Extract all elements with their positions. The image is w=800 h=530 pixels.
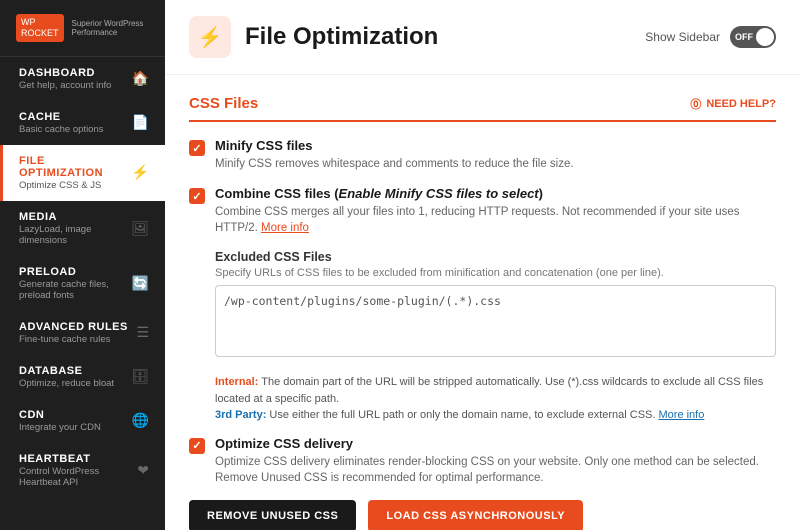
optimize-css-checkbox[interactable] — [189, 438, 205, 454]
sidebar-item-advanced-rules[interactable]: ADVANCED RULES Fine-tune cache rules ☰ — [0, 311, 165, 355]
sidebar: WP ROCKET Superior WordPress Performance… — [0, 0, 165, 530]
dashboard-icon: 🏠 — [132, 70, 149, 87]
optimize-css-option: Optimize CSS delivery Optimize CSS deliv… — [189, 436, 776, 486]
combine-css-label: Combine CSS files (Enable Minify CSS fil… — [215, 186, 776, 201]
heartbeat-icon: ❤ — [137, 462, 149, 479]
section-header: CSS Files ⓪ NEED HELP? — [189, 95, 776, 122]
combine-css-more-info[interactable]: More info — [261, 222, 309, 234]
3rdparty-more-info[interactable]: More info — [659, 409, 705, 421]
sidebar-item-preload[interactable]: PRELOAD Generate cache files, preload fo… — [0, 256, 165, 311]
info-text: Internal: The domain part of the URL wil… — [215, 374, 776, 424]
main-panel: ⚡ File Optimization Show Sidebar OFF CSS… — [165, 0, 800, 530]
optimize-css-desc: Optimize CSS delivery eliminates render-… — [215, 454, 776, 486]
toggle-off-label: OFF — [735, 32, 753, 42]
help-icon: ⓪ — [690, 96, 701, 112]
load-css-async-button[interactable]: LOAD CSS ASYNCHRONOUSLY — [368, 500, 583, 530]
logo-badge: WP ROCKET — [16, 14, 64, 42]
toggle-knob — [756, 28, 774, 46]
optimize-css-label: Optimize CSS delivery — [215, 436, 776, 451]
media-icon: 🖼 — [131, 220, 149, 237]
excluded-label: Excluded CSS Files — [215, 250, 776, 264]
minify-css-desc: Minify CSS removes whitespace and commen… — [215, 156, 574, 172]
sidebar-item-dashboard[interactable]: DASHBOARD Get help, account info 🏠 — [0, 57, 165, 101]
cdn-icon: 🌐 — [132, 412, 149, 429]
logo-tagline: Superior WordPress Performance — [72, 19, 149, 37]
page-title: File Optimization — [245, 23, 438, 51]
combine-css-option: Combine CSS files (Enable Minify CSS fil… — [189, 186, 776, 236]
section-title: CSS Files — [189, 95, 258, 112]
page-header: ⚡ File Optimization Show Sidebar OFF — [165, 0, 800, 75]
need-help-link[interactable]: ⓪ NEED HELP? — [690, 96, 776, 112]
sidebar-item-media[interactable]: MEDIA LazyLoad, image dimensions 🖼 — [0, 201, 165, 256]
sidebar-toggle-label: Show Sidebar — [645, 30, 720, 44]
header-icon: ⚡ — [189, 16, 231, 58]
file-optimization-icon: ⚡ — [132, 164, 149, 181]
cache-icon: 📄 — [132, 114, 149, 131]
action-buttons: REMOVE UNUSED CSS LOAD CSS ASYNCHRONOUSL… — [189, 500, 776, 530]
sidebar-item-file-optimization[interactable]: FILE OPTIMIZATION Optimize CSS & JS ⚡ — [0, 145, 165, 201]
database-icon: 🗄 — [131, 368, 149, 385]
excluded-css-section: Excluded CSS Files Specify URLs of CSS f… — [215, 250, 776, 362]
sidebar-item-database[interactable]: DATABASE Optimize, reduce bloat 🗄 — [0, 355, 165, 399]
excluded-sublabel: Specify URLs of CSS files to be excluded… — [215, 267, 776, 279]
combine-css-desc: Combine CSS merges all your files into 1… — [215, 204, 776, 236]
sidebar-item-cdn[interactable]: CDN Integrate your CDN 🌐 — [0, 399, 165, 443]
sidebar-nav: DASHBOARD Get help, account info 🏠 CACHE… — [0, 57, 165, 530]
content-area: CSS Files ⓪ NEED HELP? Minify CSS files … — [165, 75, 800, 530]
internal-label: Internal: — [215, 376, 258, 388]
minify-css-checkbox[interactable] — [189, 140, 205, 156]
sidebar-toggle[interactable]: OFF — [730, 26, 776, 48]
minify-css-label: Minify CSS files — [215, 138, 574, 153]
combine-css-checkbox[interactable] — [189, 188, 205, 204]
remove-unused-css-button[interactable]: REMOVE UNUSED CSS — [189, 500, 356, 530]
excluded-textarea[interactable]: /wp-content/plugins/some-plugin/(.*).css — [215, 285, 776, 357]
minify-css-option: Minify CSS files Minify CSS removes whit… — [189, 138, 776, 172]
logo: WP ROCKET Superior WordPress Performance — [0, 0, 165, 57]
3rdparty-label: 3rd Party: — [215, 409, 266, 421]
preload-icon: 🔄 — [132, 275, 149, 292]
sidebar-item-heartbeat[interactable]: HEARTBEAT Control WordPress Heartbeat AP… — [0, 443, 165, 498]
sidebar-item-cache[interactable]: CACHE Basic cache options 📄 — [0, 101, 165, 145]
advanced-rules-icon: ☰ — [136, 324, 149, 341]
